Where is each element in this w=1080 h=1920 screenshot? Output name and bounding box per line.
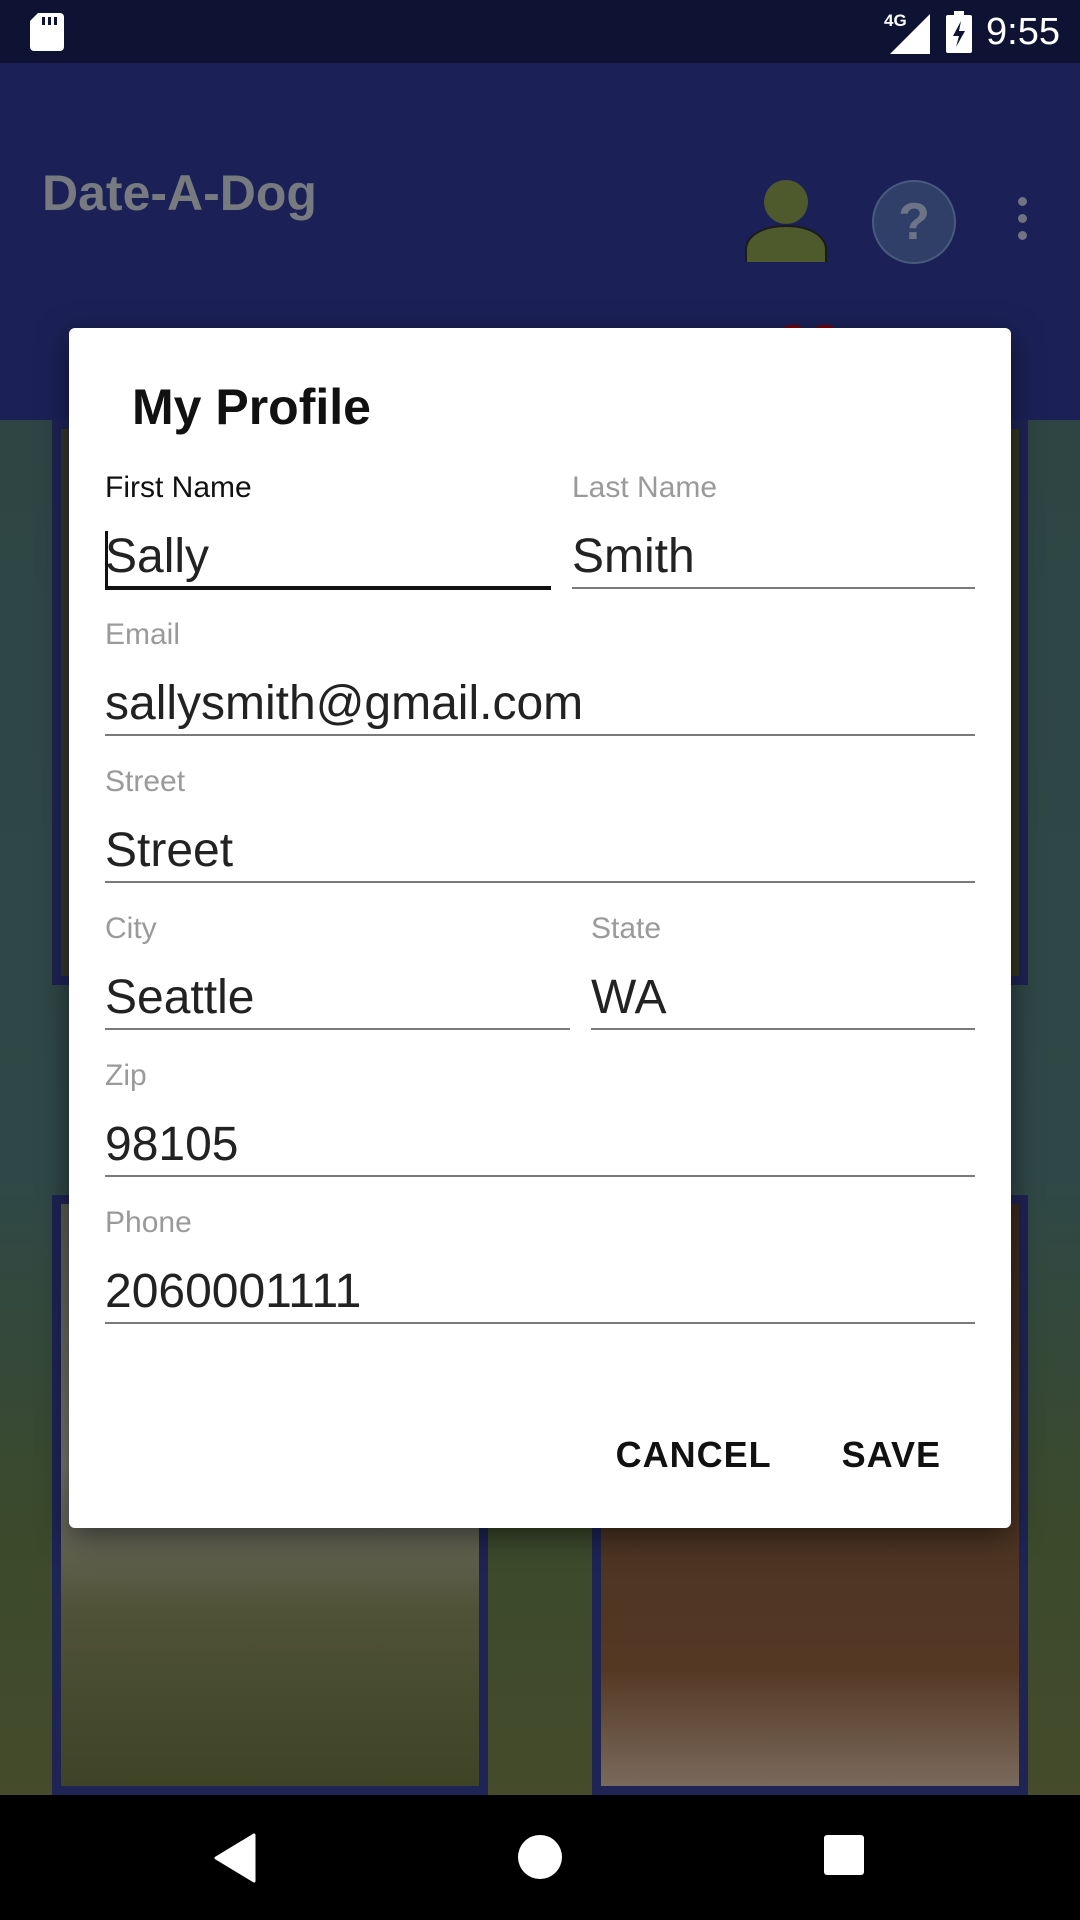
email-label: Email — [105, 618, 181, 651]
zip-input[interactable]: 98105 — [105, 1117, 238, 1172]
phone-label: Phone — [105, 1206, 192, 1239]
phone-underline — [105, 1322, 975, 1324]
last-name-input[interactable]: Smith — [572, 529, 695, 584]
profile-icon[interactable] — [744, 178, 828, 262]
city-underline — [105, 1028, 570, 1030]
profile-dialog: My Profile First Name Sally Last Name Sm… — [69, 328, 1011, 1528]
state-label: State — [591, 912, 662, 945]
first-name-label: First Name — [105, 471, 252, 504]
back-icon[interactable] — [214, 1833, 258, 1883]
sd-card-icon — [30, 13, 64, 51]
email-input[interactable]: sallysmith@gmail.com — [105, 676, 583, 731]
email-underline — [105, 734, 975, 736]
zip-field[interactable]: Zip 98105 — [105, 1059, 975, 1179]
zip-underline — [105, 1175, 975, 1177]
city-label: City — [105, 912, 157, 945]
text-cursor — [105, 531, 108, 589]
email-field[interactable]: Email sallysmith@gmail.com — [105, 618, 975, 738]
street-underline — [105, 881, 975, 883]
dialog-title: My Profile — [132, 379, 371, 435]
street-input[interactable]: Street — [105, 823, 233, 878]
help-icon[interactable]: ? — [872, 180, 956, 264]
last-name-label: Last Name — [572, 471, 718, 504]
city-field[interactable]: City Seattle — [105, 912, 570, 1032]
navigation-bar — [0, 1795, 1080, 1920]
last-name-underline — [572, 587, 975, 589]
street-label: Street — [105, 765, 186, 798]
battery-charging-icon — [946, 11, 973, 53]
state-field[interactable]: State WA — [591, 912, 975, 1032]
status-time: 9:55 — [986, 10, 1060, 53]
overflow-menu-icon[interactable] — [1010, 197, 1034, 243]
dialog-actions: CANCEL SAVE — [616, 1434, 941, 1476]
zip-label: Zip — [105, 1059, 147, 1092]
save-button[interactable]: SAVE — [842, 1434, 941, 1476]
network-type-label: 4G — [884, 11, 907, 30]
cancel-button[interactable]: CANCEL — [616, 1434, 772, 1476]
phone-field[interactable]: Phone 2060001111 — [105, 1206, 975, 1326]
first-name-underline — [105, 586, 551, 590]
phone-input[interactable]: 2060001111 — [105, 1264, 361, 1319]
status-bar: 4G 9:55 — [0, 0, 1080, 63]
first-name-input[interactable]: Sally — [105, 529, 209, 584]
recents-icon[interactable] — [824, 1835, 864, 1875]
home-icon[interactable] — [518, 1835, 562, 1879]
first-name-field[interactable]: First Name Sally — [105, 471, 551, 591]
status-indicators: 4G 9:55 — [882, 8, 1060, 56]
street-field[interactable]: Street Street — [105, 765, 975, 885]
state-input[interactable]: WA — [591, 970, 667, 1025]
cellular-signal-icon: 4G — [884, 11, 931, 54]
last-name-field[interactable]: Last Name Smith — [572, 471, 975, 591]
app-title: Date-A-Dog — [42, 165, 317, 221]
state-underline — [591, 1028, 975, 1030]
city-input[interactable]: Seattle — [105, 970, 254, 1025]
